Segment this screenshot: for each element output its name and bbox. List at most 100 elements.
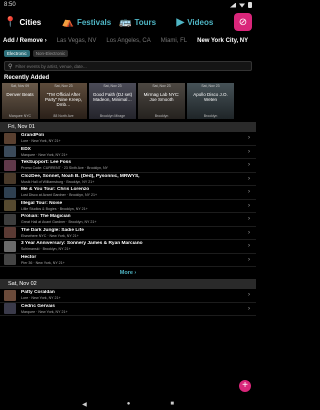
event-row[interactable]: Illegal Tour: Noise Lillie Studios & Bogi… xyxy=(0,200,256,213)
chevron-right-icon: › xyxy=(248,229,250,236)
event-thumbnail xyxy=(4,186,16,198)
city-tab-las-vegas[interactable]: Las Vegas, NV xyxy=(57,38,97,44)
recent-card-venue: Brooklyn Mirage xyxy=(99,114,126,118)
chevron-right-icon: › xyxy=(248,135,250,142)
event-venue: Schimanski · Brooklyn, NY 21+ xyxy=(21,247,71,251)
filter-electronic[interactable]: Electronic xyxy=(4,49,30,57)
event-thumbnail xyxy=(4,289,16,301)
search-bar: ⚲ xyxy=(0,59,256,73)
event-venue: Elsewhere NYC · New York, NY 21+ xyxy=(21,233,79,238)
event-venue: Lillie Studios & Bogies · Brooklyn, NY 2… xyxy=(21,206,88,211)
recent-card-title: Good Faith (DJ set) Madeon, Minimal… xyxy=(92,92,133,102)
event-row[interactable]: ClozDee, Sonnet, Noah B. (Ded), Pysonnic… xyxy=(0,173,256,186)
event-row[interactable]: TekSupport: Lee Foss Promo Code: CURRENT … xyxy=(0,159,256,173)
chevron-right-icon: › xyxy=(248,175,250,182)
event-row[interactable]: EDX Marquee · New York, NY 21+ › xyxy=(0,146,256,159)
recent-card[interactable]: Sat, Nov 23 Mirmag Lab NYC: Joe Smooth B… xyxy=(138,83,185,119)
event-row[interactable]: Cedric Gervais Marquee · New York, NY 21+… xyxy=(0,303,256,316)
day-header: Fri, Nov 01 xyxy=(0,122,256,132)
recent-card-title: "TM Official After Party" Nine Kreep, Dm… xyxy=(44,92,83,107)
signal-icon xyxy=(230,2,236,8)
event-row[interactable]: The Dark Jungle: Sadie Life Elsewhere NYC… xyxy=(0,227,256,240)
recent-card[interactable]: Sat, Nov 23 Good Faith (DJ set) Madeon, … xyxy=(89,83,136,119)
chevron-right-icon: › xyxy=(248,189,250,196)
recently-added-carousel: Sat, Nov 09 Denver Beats Marquee NYC Sat… xyxy=(0,83,256,119)
add-remove-cities-button[interactable]: Add / Remove › xyxy=(3,38,47,44)
nav-videos[interactable]: ▶ Videos xyxy=(177,17,233,28)
recent-card-venue: Brooklyn xyxy=(203,114,218,118)
event-venue: Lost Disco at Avant Gardner · Brooklyn, … xyxy=(21,193,98,197)
event-venue: Marquee · New York, NY 21+ xyxy=(21,309,68,314)
city-selector: Add / Remove › Las Vegas, NV Los Angeles… xyxy=(0,34,256,47)
event-thumbnail xyxy=(4,303,16,315)
chevron-right-icon: › xyxy=(248,148,250,155)
event-row[interactable]: Prolian: The Magician Great Hall at Avant… xyxy=(0,213,256,227)
recent-card[interactable]: Sat, Nov 23 Apollo Disco J.O. Weten Broo… xyxy=(187,83,234,119)
chevron-right-icon: › xyxy=(248,292,250,299)
event-row[interactable]: 3 Year Anniversary: Sonnery James & Ryan… xyxy=(0,240,256,254)
recent-card-title: Mirmag Lab NYC: Joe Smooth xyxy=(143,92,180,102)
nav-cities[interactable]: 📍 Cities xyxy=(4,17,60,28)
search-box[interactable]: ⚲ xyxy=(4,61,252,71)
recent-card-title: Apollo Disco J.O. Weten xyxy=(193,92,228,102)
chevron-right-icon: › xyxy=(248,256,250,263)
recent-card[interactable]: Sat, Nov 23 "TM Official After Party" Ni… xyxy=(40,83,87,119)
search-input[interactable] xyxy=(15,63,216,69)
event-thumbnail xyxy=(4,146,16,158)
app-logo-icon[interactable]: ⊘ xyxy=(234,13,252,31)
add-remove-label: Add / Remove xyxy=(3,37,44,44)
event-venue: Lore · New York, NY 21+ xyxy=(21,139,61,143)
recent-card-venue: 88 North Ave xyxy=(53,114,74,118)
nav-videos-label: Videos xyxy=(187,17,214,27)
nav-tours[interactable]: 🚌 Tours xyxy=(119,17,175,28)
system-nav-bar: ◀ ● ■ xyxy=(0,398,256,410)
city-tab-los-angeles[interactable]: Los Angeles, CA xyxy=(106,38,150,44)
event-thumbnail xyxy=(4,132,16,144)
chevron-right-icon: › xyxy=(248,305,250,312)
city-tab-miami[interactable]: Miami, FL xyxy=(161,38,187,44)
event-thumbnail xyxy=(4,227,16,239)
recent-card-date: Sat, Nov 09 xyxy=(10,84,30,88)
event-venue: Marquee · New York, NY 21+ xyxy=(21,152,68,157)
event-venue: Promo Code: CURRENT · 23 Sixth Ave · Bro… xyxy=(21,166,108,170)
recently-added-heading: Recently Added xyxy=(4,75,50,81)
filter-non-electronic[interactable]: Non-Electronic xyxy=(32,49,69,57)
play-icon: ▶ xyxy=(176,16,185,28)
event-row[interactable]: Me & You Tour: Chris Lorenzo Lost Disco a… xyxy=(0,186,256,200)
status-time: 8:50 xyxy=(4,2,16,8)
back-icon[interactable]: ◀ xyxy=(82,401,87,408)
event-venue: Musik Hall of Williamsburg · Brooklyn, N… xyxy=(21,179,95,184)
location-pin-icon: 📍 xyxy=(4,16,17,28)
nav-festivals-label: Festivals xyxy=(76,17,112,27)
recents-icon[interactable]: ■ xyxy=(170,401,174,407)
chevron-right-icon: › xyxy=(248,243,250,250)
event-venue: Lore · New York, NY 21+ xyxy=(21,296,61,300)
nav-tours-label: Tours xyxy=(134,17,157,27)
city-tab-new-york[interactable]: New York City, NY xyxy=(197,38,248,44)
recent-card-date: Sat, Nov 23 xyxy=(201,84,220,88)
event-thumbnail xyxy=(4,254,16,266)
recent-card-title: Denver Beats xyxy=(6,92,34,97)
event-venue: Great Hall at Avant Gardner · Brooklyn, … xyxy=(21,220,97,224)
search-icon: ⚲ xyxy=(8,63,13,70)
recent-card-date: Sat, Nov 23 xyxy=(103,84,122,88)
event-thumbnail xyxy=(4,159,16,171)
event-thumbnail xyxy=(4,200,16,212)
recent-card-date: Sat, Nov 23 xyxy=(152,84,171,88)
chevron-right-icon: › xyxy=(44,37,47,44)
event-list-day-2: Patty Coraldan Lore · New York, NY 21+ › C… xyxy=(0,289,256,316)
recent-card-venue: Brooklyn xyxy=(154,114,169,118)
recent-card-venue: Marquee NYC xyxy=(8,114,32,118)
more-events-link[interactable]: More › xyxy=(0,267,256,279)
add-event-fab[interactable]: + xyxy=(239,380,251,392)
status-bar: 8:50 xyxy=(0,0,256,10)
tent-icon: ⛺ xyxy=(61,16,74,28)
event-row[interactable]: Patty Coraldan Lore · New York, NY 21+ › xyxy=(0,289,256,303)
home-icon[interactable]: ● xyxy=(127,401,131,407)
recent-card[interactable]: Sat, Nov 09 Denver Beats Marquee NYC xyxy=(2,83,38,119)
event-row[interactable]: GrandPoli Lore · New York, NY 21+ › xyxy=(0,132,256,146)
top-nav: 📍 Cities ⛺ Festivals 🚌 Tours ▶ Videos ⊘ xyxy=(0,10,256,34)
event-row[interactable]: Hector Pier 36 · New York, NY 21+ › xyxy=(0,254,256,267)
nav-festivals[interactable]: ⛺ Festivals xyxy=(62,17,118,28)
chevron-right-icon: › xyxy=(248,202,250,209)
